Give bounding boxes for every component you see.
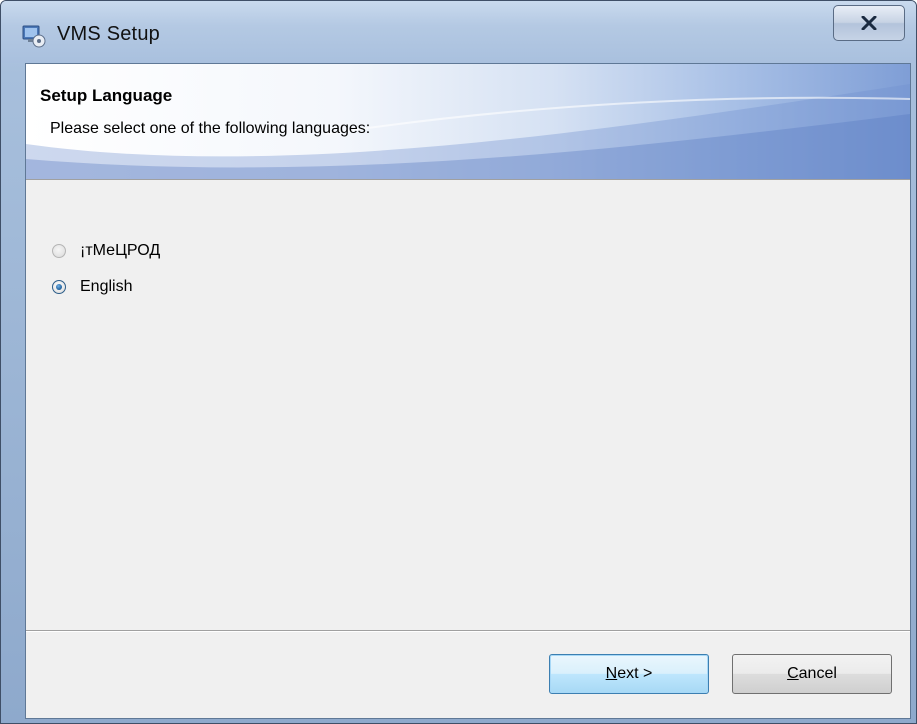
next-button[interactable]: Next > — [549, 654, 709, 694]
language-label-0: ¡тМеЦРОД — [80, 242, 161, 259]
dialog-client-area: Setup Language Please select one of the … — [25, 63, 911, 719]
banner-heading: Setup Language — [40, 86, 173, 105]
language-options: ¡тМеЦРОД English — [26, 180, 910, 630]
language-radio-1[interactable] — [52, 280, 66, 294]
close-icon — [861, 16, 877, 30]
close-button[interactable] — [833, 5, 905, 41]
title-bar[interactable]: VMS Setup — [1, 1, 916, 63]
banner-subheading: Please select one of the following langu… — [50, 120, 371, 137]
next-button-label: ext > — [617, 665, 653, 682]
language-option-1[interactable]: English — [52, 278, 132, 296]
button-bar-divider — [26, 630, 910, 632]
cancel-button-label: ancel — [798, 665, 837, 682]
setup-window: VMS Setup Setup Language Please select o… — [0, 0, 917, 724]
cancel-button[interactable]: Cancel — [732, 654, 892, 694]
header-banner: Setup Language Please select one of the … — [26, 64, 910, 180]
language-option-0[interactable]: ¡тМеЦРОД — [52, 242, 160, 260]
window-title: VMS Setup — [57, 23, 160, 45]
next-button-mnemonic: N — [605, 665, 618, 682]
language-label-1: English — [80, 278, 133, 295]
setup-installer-icon — [22, 25, 46, 48]
language-radio-0[interactable] — [52, 244, 66, 258]
cancel-button-mnemonic: C — [787, 665, 799, 682]
